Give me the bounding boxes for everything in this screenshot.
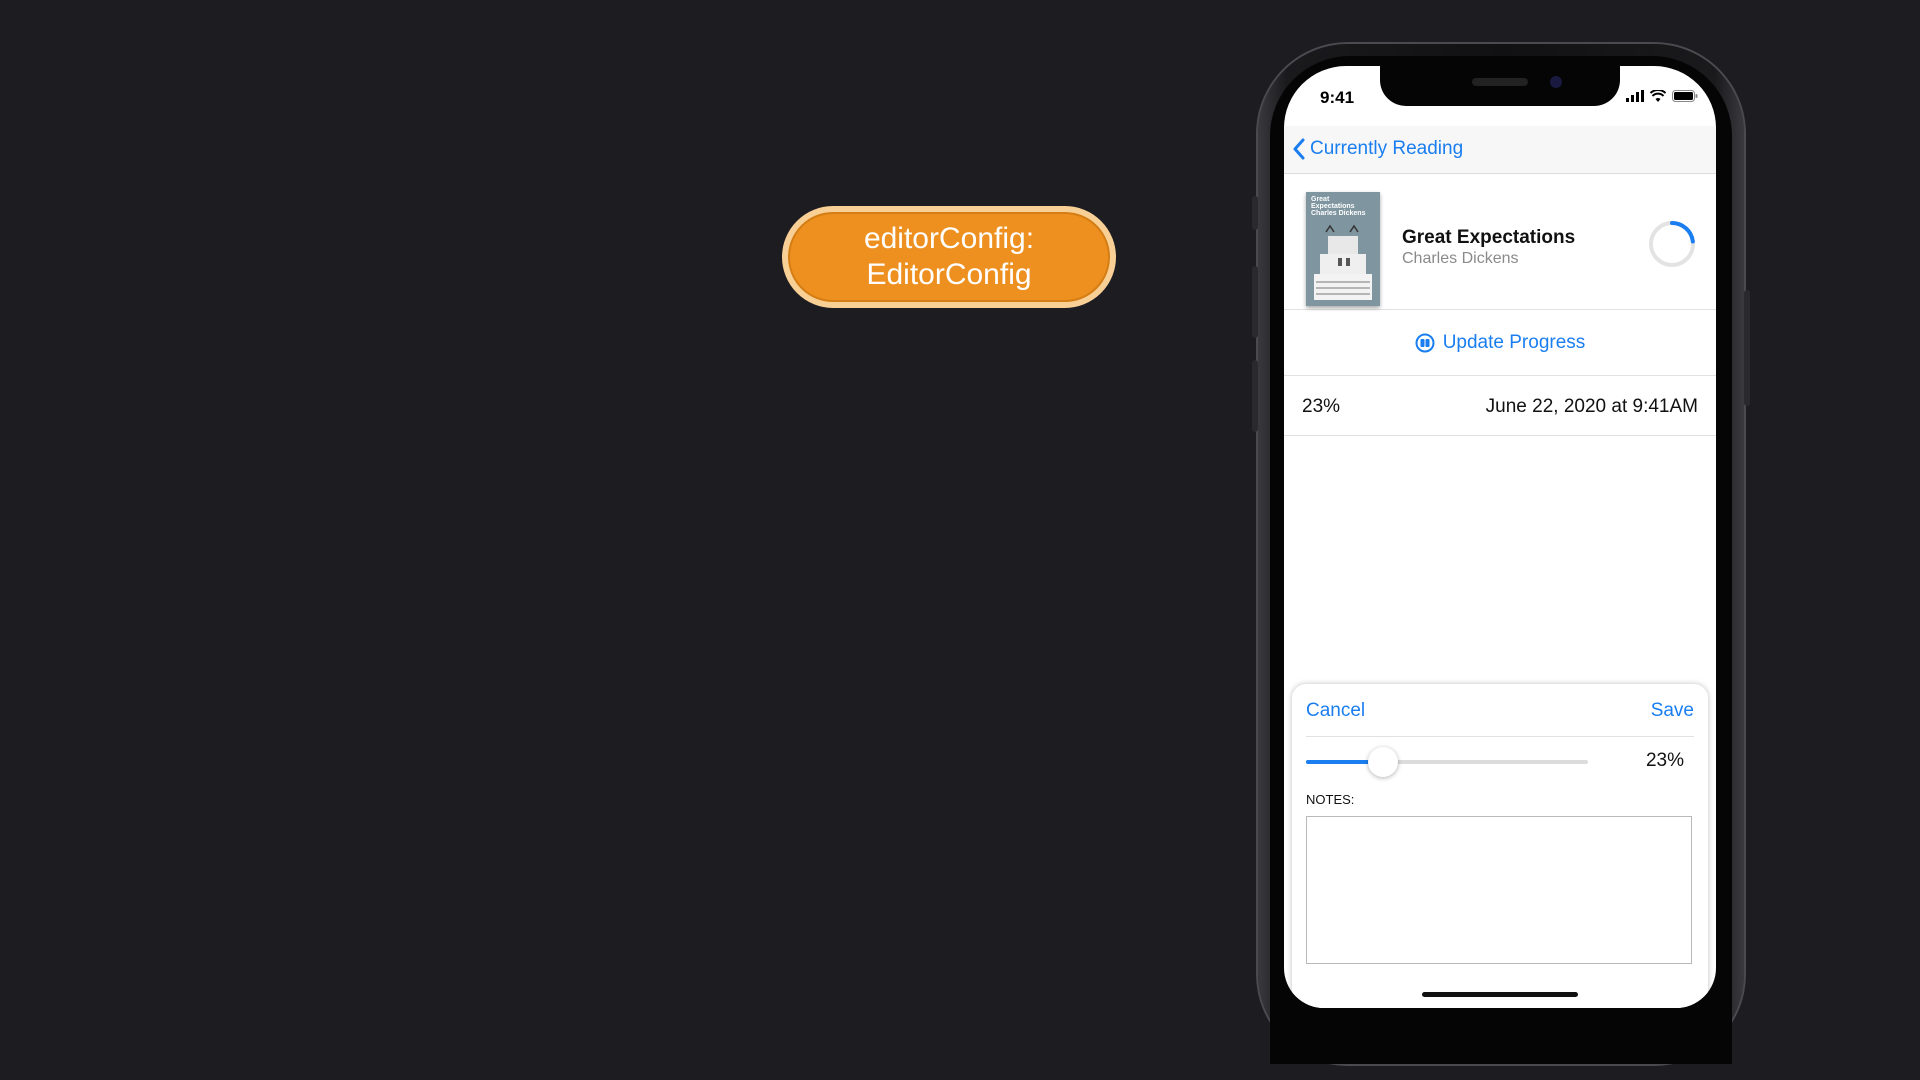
chevron-left-icon <box>1293 138 1305 160</box>
home-indicator[interactable] <box>1422 992 1578 997</box>
cancel-button[interactable]: Cancel <box>1306 700 1365 722</box>
status-time: 9:41 <box>1320 88 1355 107</box>
annotation-line-2: EditorConfig <box>866 258 1032 291</box>
back-button-label: Currently Reading <box>1310 138 1464 159</box>
save-button[interactable]: Save <box>1651 700 1694 722</box>
book-detail-row: Great Expectations Charles Dickens Great… <box>1284 174 1716 310</box>
castle-illustration <box>1314 224 1372 300</box>
side-button <box>1744 290 1750 406</box>
book-icon <box>1415 333 1435 352</box>
phone-screen: 9:41 Currently Reading Great Expectation… <box>1284 66 1716 1008</box>
status-icons <box>1626 90 1698 102</box>
progress-slider-fill <box>1306 760 1371 764</box>
progress-editor-sheet: Cancel Save 23% NOTES: <box>1292 684 1708 1008</box>
book-cover: Great Expectations Charles Dickens <box>1306 192 1380 306</box>
annotation-pill: editorConfig: EditorConfig <box>782 206 1116 308</box>
cellular-signal-icon <box>1626 90 1644 102</box>
progress-slider-thumb[interactable] <box>1367 747 1398 777</box>
notes-label: NOTES: <box>1306 792 1355 807</box>
notch <box>1380 66 1620 106</box>
annotation-line-1: editorConfig: <box>863 222 1035 255</box>
notes-textarea[interactable] <box>1306 816 1692 964</box>
update-progress-button[interactable]: Update Progress <box>1284 310 1716 376</box>
back-button[interactable]: Currently Reading <box>1292 138 1463 160</box>
progress-ring <box>1649 221 1695 267</box>
book-author: Charles Dickens <box>1402 250 1519 267</box>
book-title: Great Expectations <box>1402 227 1576 248</box>
sheet-divider <box>1306 736 1694 737</box>
volume-down-button <box>1252 360 1258 432</box>
progress-entry-date: June 22, 2020 at 9:41AM <box>1485 396 1698 417</box>
mute-switch <box>1252 196 1258 230</box>
update-progress-label: Update Progress <box>1442 331 1586 353</box>
progress-slider[interactable] <box>1306 747 1588 777</box>
speaker-grille <box>1472 78 1528 86</box>
progress-slider-value: 23% <box>1645 750 1684 771</box>
progress-entry-row[interactable]: 23% June 22, 2020 at 9:41AM <box>1284 376 1716 436</box>
battery-icon <box>1672 90 1698 102</box>
navigation-bar: Currently Reading <box>1284 126 1716 174</box>
front-camera <box>1550 76 1562 88</box>
wifi-icon <box>1650 90 1666 102</box>
volume-up-button <box>1252 266 1258 338</box>
progress-entry-percent: 23% <box>1302 396 1341 417</box>
